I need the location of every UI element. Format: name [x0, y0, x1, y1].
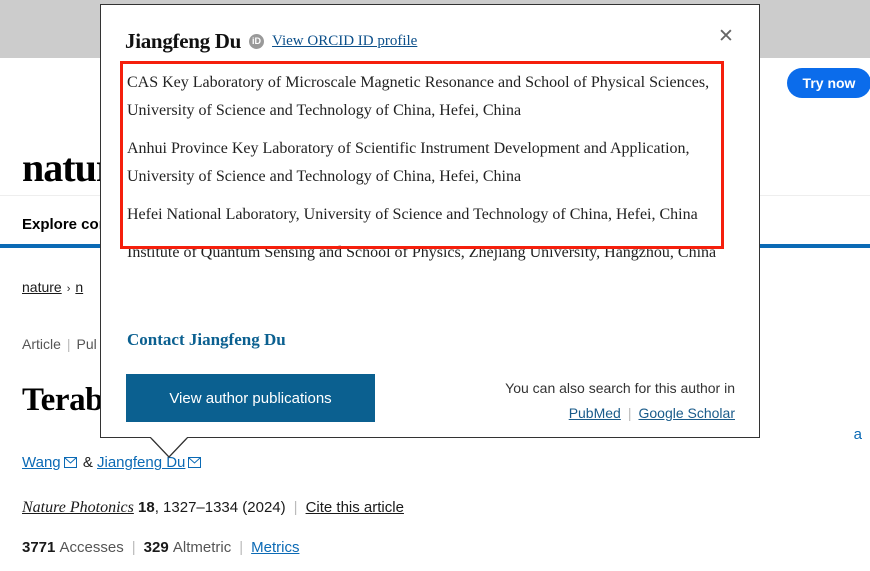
article-published-label: Pul — [76, 336, 97, 352]
popup-author-name: Jiangfeng Du — [125, 29, 242, 53]
search-also-label: You can also search for this author in — [505, 380, 735, 396]
breadcrumb-item-journal[interactable]: n — [75, 279, 83, 295]
journal-volume: 18 — [138, 499, 155, 516]
metrics-separator: | — [131, 539, 136, 556]
metrics-line: 3771 Accesses | 329 Altmetric | Metrics — [22, 539, 299, 556]
metrics-link[interactable]: Metrics — [251, 539, 299, 556]
cite-article-link[interactable]: Cite this article — [306, 499, 404, 516]
citation-separator: | — [293, 499, 298, 516]
breadcrumb-separator-icon: › — [66, 283, 71, 295]
affiliation-item: Institute of Quantum Sensing and School … — [127, 244, 717, 261]
author-line1-tail: a — [853, 426, 862, 443]
meta-separator: | — [66, 336, 71, 352]
affiliation-item: Hefei National Laboratory, University of… — [127, 206, 698, 223]
citation-line: Nature Photonics 18, 1327–1334 (2024) | Ci… — [22, 499, 404, 517]
article-type-label: Article — [22, 336, 61, 352]
envelope-icon[interactable] — [63, 450, 77, 478]
journal-name-link[interactable]: Nature Photonics — [22, 499, 134, 516]
orcid-icon: iD — [249, 34, 265, 49]
author-link-wang[interactable]: Wang — [22, 454, 61, 471]
view-author-publications-button[interactable]: View author publications — [126, 374, 375, 422]
altmetric-count: 329 — [143, 539, 169, 556]
try-now-button[interactable]: Try now — [787, 68, 870, 98]
accesses-label: Accesses — [59, 539, 124, 556]
breadcrumb: nature › n — [22, 279, 83, 295]
breadcrumb-item-nature[interactable]: nature — [22, 279, 62, 295]
affiliation-list: CAS Key Laboratory of Microscale Magneti… — [127, 69, 727, 267]
page-title: Terabi — [22, 382, 112, 419]
nav-item-explore-content[interactable]: Explore con — [22, 216, 108, 233]
external-search-links: PubMed | Google Scholar — [505, 401, 735, 426]
metrics-separator: | — [239, 539, 244, 556]
contact-author-link[interactable]: Contact Jiangfeng Du — [127, 330, 286, 350]
search-author-elsewhere: You can also search for this author in P… — [505, 376, 735, 426]
altmetric-label: Altmetric — [172, 539, 232, 556]
author-conjunction: & — [82, 454, 93, 471]
author-info-popup: Jiangfeng Du iD View ORCID ID profile ✕ … — [100, 4, 760, 438]
author-list-line-2: Wang & Jiangfeng Du — [22, 449, 862, 477]
popup-header: Jiangfeng Du iD View ORCID ID profile — [125, 29, 417, 54]
google-scholar-link[interactable]: Google Scholar — [638, 405, 735, 421]
affiliation-item: Anhui Province Key Laboratory of Scienti… — [127, 140, 690, 185]
link-divider: | — [627, 405, 632, 421]
popup-pointer-tail — [150, 437, 188, 458]
affiliation-item: CAS Key Laboratory of Microscale Magneti… — [127, 74, 710, 119]
view-orcid-profile-link[interactable]: View ORCID ID profile — [272, 33, 417, 50]
close-icon[interactable]: ✕ — [713, 23, 739, 49]
journal-pages-year: , 1327–1334 (2024) — [154, 499, 286, 516]
accesses-count: 3771 — [22, 539, 56, 556]
article-meta: Article | Pul — [22, 336, 97, 352]
pubmed-link[interactable]: PubMed — [569, 405, 621, 421]
envelope-icon[interactable] — [188, 450, 202, 478]
